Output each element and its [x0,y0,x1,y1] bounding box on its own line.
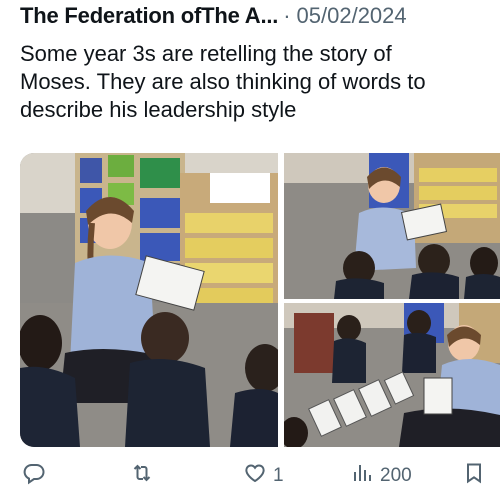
tweet-date[interactable]: 05/02/2024 [297,3,407,29]
tweet-actions: 1 200 [0,458,500,494]
bookmark-button[interactable] [462,458,486,494]
reply-icon [22,461,46,491]
photo-teacher-reading[interactable] [20,153,278,447]
like-count: 1 [273,465,284,486]
views-button[interactable]: 200 [350,458,412,494]
separator: · [283,3,291,28]
media-grid [20,153,500,447]
retweet-button[interactable] [130,458,160,494]
photo-pupils-with-papers[interactable] [284,303,500,447]
photo-teacher-with-book[interactable] [284,153,500,299]
views-icon [350,461,374,491]
like-button[interactable]: 1 [243,458,284,494]
bookmark-icon [462,461,486,491]
tweet-header: The Federation ofThe A... · 05/02/2024 [20,3,500,35]
retweet-icon [130,461,154,491]
heart-icon [243,461,267,491]
views-count: 200 [380,465,412,486]
reply-button[interactable] [22,458,52,494]
tweet-text: Some year 3s are retelling the story of … [20,41,426,122]
author-name[interactable]: The Federation ofThe A... [20,3,278,29]
